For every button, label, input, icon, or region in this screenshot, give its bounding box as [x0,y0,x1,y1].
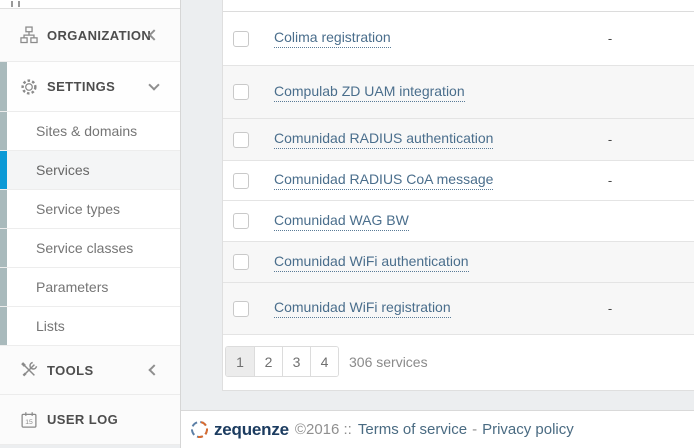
row-checkbox[interactable] [233,132,249,148]
service-link[interactable]: Comunidad RADIUS authentication [274,130,493,149]
page-button-2[interactable]: 2 [254,347,282,376]
page-button-3[interactable]: 3 [282,347,310,376]
page-button-1[interactable]: 1 [226,347,254,376]
table-row: Compulab ZD UAM integration [223,66,694,119]
privacy-policy-link[interactable]: Privacy policy [482,421,574,438]
table-row: Comunidad RADIUS authentication - [223,119,694,161]
table-row: Comunidad WiFi registration - [223,283,694,335]
sidebar-item-label: Parameters [36,279,108,295]
sidebar-item-parameters[interactable]: Parameters [0,268,180,307]
sidebar-item-lists[interactable]: Lists [0,307,180,346]
sidebar-section-label: ORGANIZATION [47,28,151,43]
row-value: - [601,173,619,188]
row-checkbox[interactable] [233,301,249,317]
table-row: Colima registration - [223,12,694,66]
sidebar-item-label: Services [36,162,90,178]
footer: zequenze ©2016 :: Terms of service - Pri… [181,410,694,448]
service-link[interactable]: Comunidad WiFi authentication [274,253,469,272]
sidebar-section-label: SETTINGS [47,79,115,94]
row-checkbox[interactable] [233,173,249,189]
cutoff-icon [11,1,20,7]
terms-of-service-link[interactable]: Terms of service [358,421,467,438]
service-link[interactable]: Comunidad RADIUS CoA message [274,171,493,190]
row-checkbox[interactable] [233,254,249,270]
services-panel: Colima registration - Compulab ZD UAM in… [222,0,694,391]
svg-text:15: 15 [25,418,33,425]
service-link[interactable]: Comunidad WAG BW [274,212,409,231]
row-checkbox[interactable] [233,84,249,100]
sidebar-settings-items: Sites & domains Services Service types S… [0,112,180,346]
tools-icon [20,361,38,379]
gear-icon [20,78,38,96]
sidebar-section-label: TOOLS [47,363,94,378]
sidebar-section-label: USER LOG [47,412,118,427]
sitemap-icon [20,26,38,44]
pagination: 1 2 3 4 306 services [225,346,694,377]
sidebar-item-label: Lists [36,318,65,334]
sidebar-section-user-log[interactable]: 15 USER LOG [0,395,180,445]
sidebar-item-partial[interactable] [0,0,180,9]
services-count: 306 services [349,354,428,370]
page-button-4[interactable]: 4 [310,347,338,376]
chevron-down-icon [148,79,159,90]
calendar-icon: 15 [20,411,38,429]
sidebar-section-organization[interactable]: ORGANIZATION [0,9,180,62]
services-table: Colima registration - Compulab ZD UAM in… [223,12,694,335]
row-checkbox[interactable] [233,213,249,229]
row-value: - [601,301,619,316]
table-row: Comunidad WiFi authentication [223,242,694,283]
sidebar-item-service-classes[interactable]: Service classes [0,229,180,268]
sidebar: ORGANIZATION SETTINGS Sites & domains Se… [0,0,181,448]
service-link[interactable]: Comunidad WiFi registration [274,299,451,318]
brand-name[interactable]: zequenze [214,420,289,440]
sidebar-item-label: Service types [36,201,120,217]
table-row: Comunidad RADIUS CoA message - [223,161,694,201]
sidebar-section-tools[interactable]: TOOLS [0,346,180,395]
chevron-left-icon [148,364,159,375]
sidebar-item-services[interactable]: Services [0,151,180,190]
service-link[interactable]: Compulab ZD UAM integration [274,83,465,102]
row-value: - [601,132,619,147]
copyright-text: ©2016 :: [295,421,352,438]
page-button-group: 1 2 3 4 [225,346,339,377]
service-link[interactable]: Colima registration [274,29,391,48]
sidebar-item-service-types[interactable]: Service types [0,190,180,229]
sidebar-item-label: Sites & domains [36,123,137,139]
table-header-partial [223,0,694,12]
sidebar-section-settings[interactable]: SETTINGS [0,62,180,112]
sidebar-item-sites-domains[interactable]: Sites & domains [0,112,180,151]
brand-logo-icon[interactable] [189,419,209,439]
sidebar-item-label: Service classes [36,240,133,256]
row-checkbox[interactable] [233,31,249,47]
link-separator: - [472,421,477,438]
row-value: - [601,31,619,46]
table-row: Comunidad WAG BW [223,201,694,242]
